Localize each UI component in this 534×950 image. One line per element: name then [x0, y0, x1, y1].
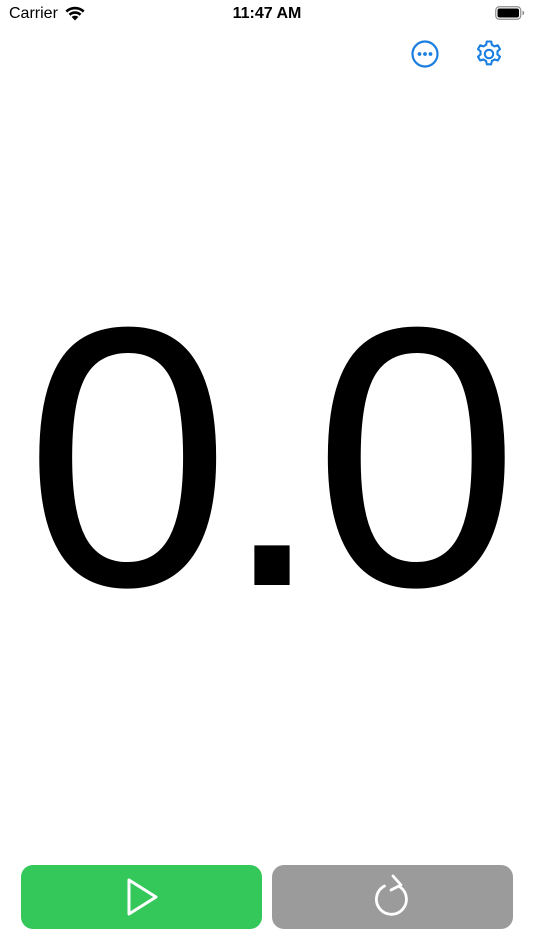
- reset-button[interactable]: [272, 865, 513, 929]
- timer-display: 0.0: [24, 251, 519, 664]
- start-button[interactable]: [21, 865, 262, 929]
- reset-icon: [371, 873, 415, 921]
- play-icon: [124, 877, 160, 917]
- ellipsis-circle-icon[interactable]: [409, 38, 441, 70]
- gear-icon[interactable]: [473, 38, 505, 70]
- status-time: 11:47 AM: [232, 5, 302, 22]
- battery-icon: [495, 6, 525, 20]
- status-bar: Carrier 11:47 AM: [0, 0, 534, 28]
